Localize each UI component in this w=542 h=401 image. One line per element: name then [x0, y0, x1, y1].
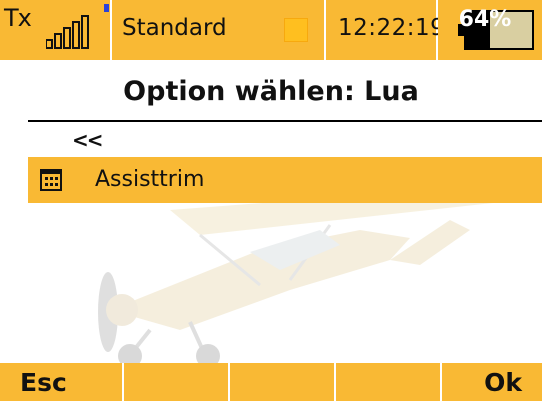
- model-name: Standard: [122, 15, 227, 41]
- tx-signal-cell: Tx: [0, 0, 112, 60]
- softkey-4[interactable]: [336, 363, 442, 401]
- transmitter-screen: Tx Standard 12:22:19 64% Option wählen: …: [0, 0, 542, 401]
- list-item-label: Assisttrim: [95, 167, 205, 192]
- list-item-assisttrim[interactable]: Assisttrim: [28, 157, 542, 203]
- battery-percent: 64%: [458, 7, 512, 32]
- esc-button[interactable]: Esc: [0, 363, 124, 401]
- battery-cell: 64%: [438, 0, 542, 60]
- softkey-2[interactable]: [124, 363, 230, 401]
- clock-time: 12:22:19: [338, 15, 446, 41]
- status-bar: Tx Standard 12:22:19 64%: [0, 0, 542, 66]
- tx-active-indicator: [104, 4, 109, 12]
- back-item[interactable]: <<: [72, 128, 103, 152]
- page-title: Option wählen: Lua: [123, 76, 419, 107]
- model-color-indicator: [284, 18, 308, 42]
- softkey-3[interactable]: [230, 363, 336, 401]
- ok-button[interactable]: Ok: [442, 363, 542, 401]
- model-cell: Standard: [112, 0, 326, 60]
- signal-strength-icon: [46, 15, 89, 49]
- softkey-bar: Esc Ok: [0, 363, 542, 401]
- calendar-grid-icon: [40, 169, 62, 191]
- clock-cell: 12:22:19: [326, 0, 445, 60]
- airplane-background-image: [98, 190, 520, 368]
- tx-label: Tx: [4, 4, 32, 32]
- title-divider: [28, 120, 542, 122]
